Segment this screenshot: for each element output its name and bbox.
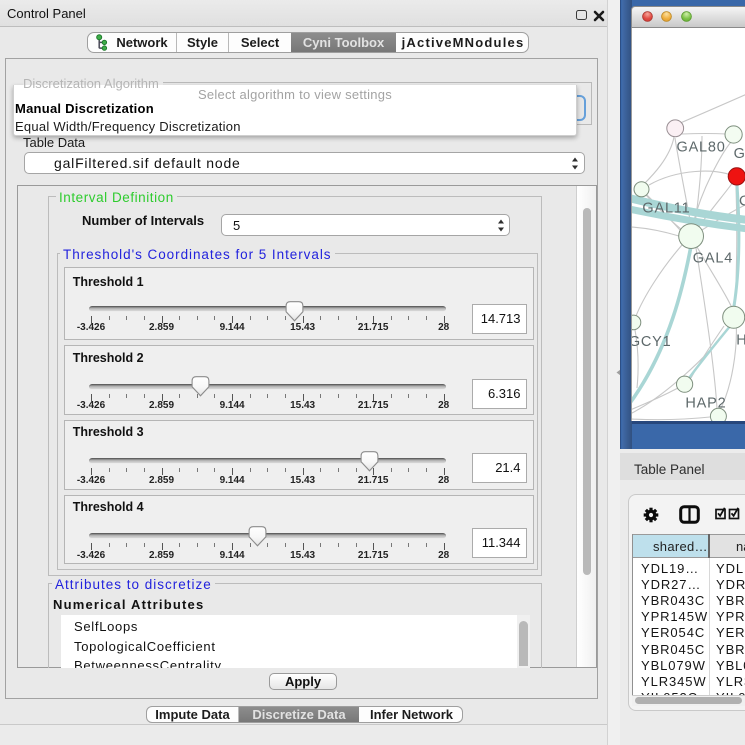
svg-text:HAP2: HAP2	[685, 396, 726, 412]
svg-text:GCY1: GCY1	[632, 334, 671, 350]
svg-text:H: H	[736, 333, 745, 349]
svg-text:GA: GA	[734, 146, 745, 162]
svg-text:GAL11: GAL11	[642, 201, 690, 217]
svg-text:GAL4: GAL4	[693, 251, 733, 267]
svg-text:GAL80: GAL80	[677, 140, 726, 156]
svg-text:C: C	[739, 194, 745, 210]
